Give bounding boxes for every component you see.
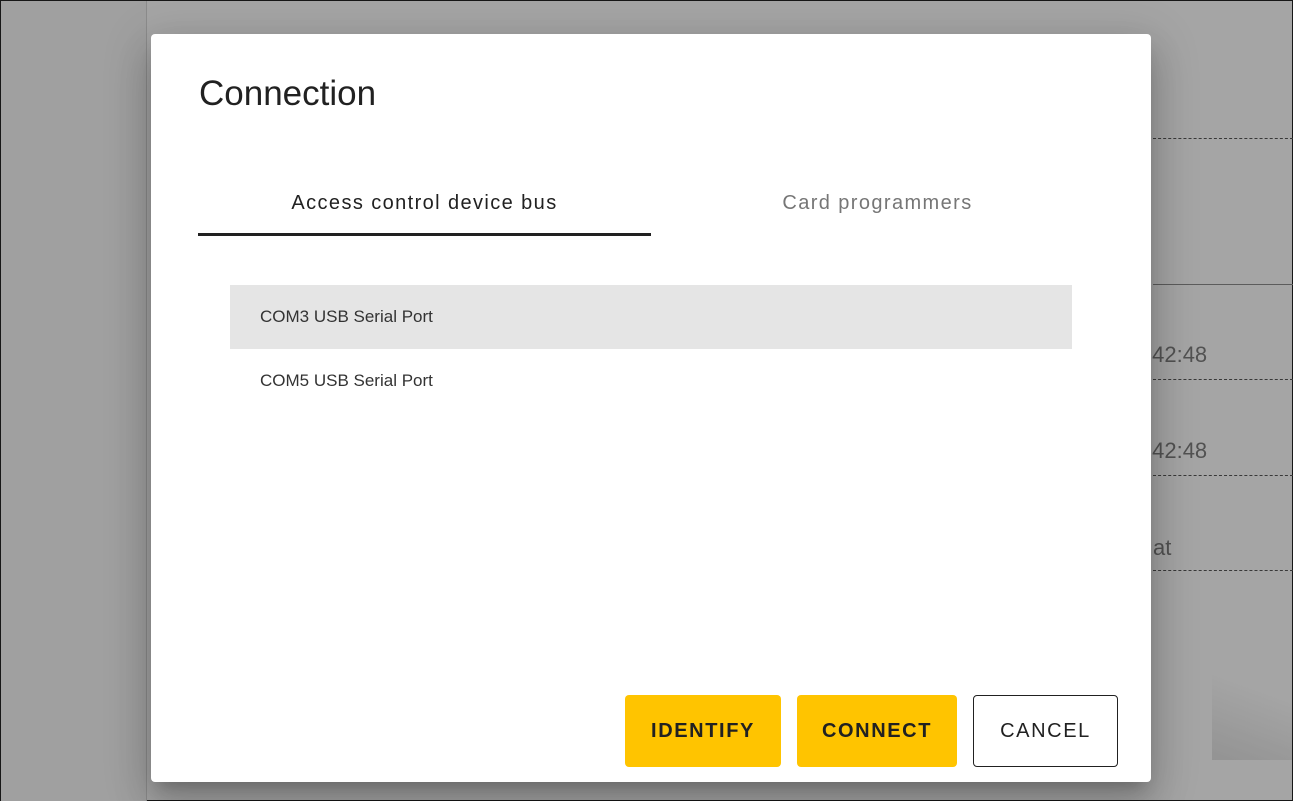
- connect-button[interactable]: CONNECT: [797, 695, 957, 767]
- dialog-title: Connection: [199, 74, 377, 113]
- dialog-actions: IDENTIFY CONNECT CANCEL: [625, 695, 1118, 767]
- cancel-button[interactable]: CANCEL: [973, 695, 1118, 767]
- active-tab-indicator: [198, 233, 651, 236]
- port-item-com3[interactable]: COM3 USB Serial Port: [230, 285, 1072, 349]
- identify-button[interactable]: IDENTIFY: [625, 695, 781, 767]
- tab-card-programmers[interactable]: Card programmers: [651, 169, 1104, 237]
- connection-dialog: Connection Access control device bus Car…: [151, 34, 1151, 782]
- connection-tabs: Access control device bus Card programme…: [198, 169, 1104, 237]
- port-list: COM3 USB Serial Port COM5 USB Serial Por…: [230, 285, 1072, 413]
- tab-access-control-device-bus[interactable]: Access control device bus: [198, 169, 651, 237]
- port-item-com5[interactable]: COM5 USB Serial Port: [230, 349, 1072, 413]
